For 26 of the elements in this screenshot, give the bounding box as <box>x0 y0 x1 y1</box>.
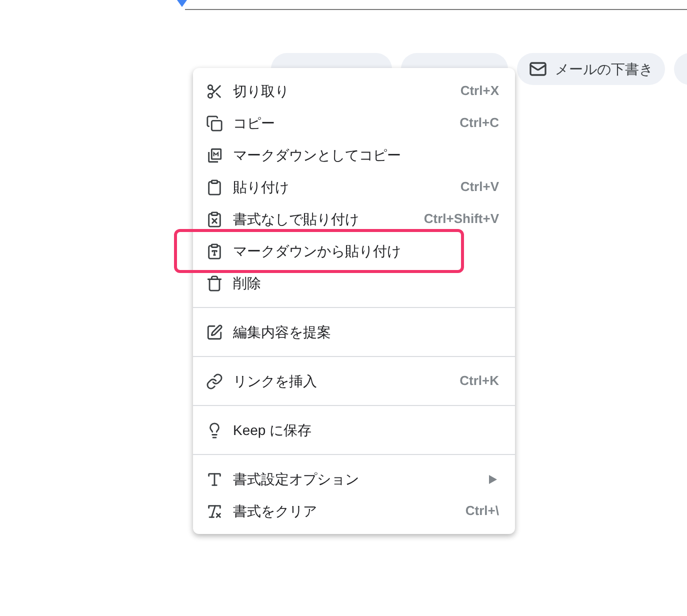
menu-item[interactable]: 切り取り Ctrl+X <box>193 75 515 107</box>
link-icon <box>206 372 223 390</box>
trash-icon <box>206 274 223 292</box>
menu-item[interactable]: 削除 <box>193 267 515 299</box>
menu-item[interactable]: 書式をクリア Ctrl+\ <box>193 495 515 527</box>
clear-format-icon <box>206 502 223 520</box>
menu-item[interactable]: コピー Ctrl+C <box>193 107 515 139</box>
menu-item[interactable]: 書式なしで貼り付け Ctrl+Shift+V <box>193 203 515 235</box>
menu-item[interactable]: 書式設定オプション <box>193 463 515 495</box>
scissors-icon <box>206 82 223 100</box>
clipboard-icon <box>206 242 223 260</box>
copy-icon <box>206 146 223 164</box>
mail-icon <box>529 60 547 78</box>
menu-item[interactable]: マークダウンとしてコピー <box>193 139 515 171</box>
clipboard-icon <box>206 210 223 228</box>
menu-item[interactable]: リンクを挿入 Ctrl+K <box>193 365 515 397</box>
menu-item[interactable]: 編集内容を提案 <box>193 316 515 348</box>
menu-item[interactable]: 貼り付け Ctrl+V <box>193 171 515 203</box>
copy-icon <box>206 114 223 132</box>
clipboard-icon <box>206 178 223 196</box>
menu-item[interactable]: Keep に保存 <box>193 414 515 446</box>
menu-item[interactable]: マークダウンから貼り付け <box>193 235 515 267</box>
chip-button[interactable]: メールの下書き <box>517 53 665 85</box>
ruler-marker-icon[interactable] <box>177 0 187 7</box>
text-size-icon <box>206 470 223 488</box>
edit-icon <box>206 324 223 340</box>
